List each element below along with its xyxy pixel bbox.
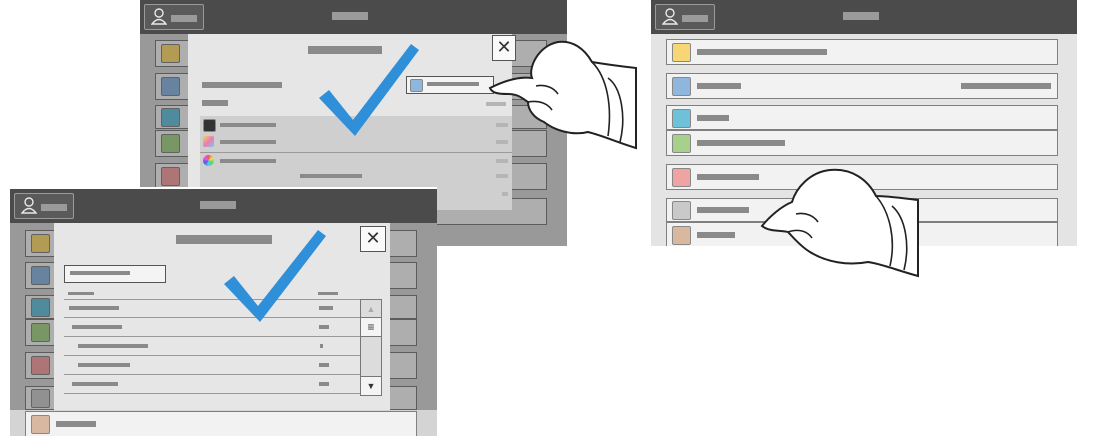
globe-icon: [672, 77, 691, 96]
setting-label: [202, 82, 282, 88]
app-label: [56, 421, 96, 427]
search-field-value: [70, 271, 130, 275]
scrollbar[interactable]: ▲ ≡ ▼: [360, 299, 382, 396]
app-label: [697, 174, 759, 180]
search-field[interactable]: [64, 265, 166, 283]
list-item-label: [72, 325, 122, 329]
list-item[interactable]: [64, 356, 360, 375]
pointing-hand-icon: [488, 40, 637, 150]
divider: [200, 152, 512, 153]
list-item-label: [78, 344, 148, 348]
user-button[interactable]: [14, 193, 74, 219]
user-button[interactable]: [144, 4, 204, 30]
app-icon: [672, 109, 691, 128]
pointing-hand-icon: [760, 168, 919, 278]
app-value: [961, 83, 1051, 89]
app-label: [697, 232, 735, 238]
screen-title-placeholder: [843, 12, 879, 20]
list-item-value: [319, 363, 329, 367]
app-row[interactable]: [666, 39, 1058, 65]
list-item-value: [319, 382, 329, 386]
user-name-placeholder: [41, 204, 67, 211]
user-icon: [151, 8, 167, 25]
list-item-label: [78, 363, 130, 367]
checkmark-icon: [224, 230, 326, 322]
app-icon: [672, 43, 691, 62]
option-label: [427, 82, 479, 86]
list-item-label: [220, 140, 276, 144]
list-item-label: [220, 159, 276, 163]
list-item-label: [72, 382, 118, 386]
close-button[interactable]: ✕: [360, 226, 386, 252]
user-name-placeholder: [171, 15, 197, 22]
app-label: [697, 207, 749, 213]
color-swatch-icon: [203, 136, 214, 147]
screen-title-placeholder: [332, 12, 368, 20]
user-name-placeholder: [682, 15, 708, 22]
top-bar: [140, 0, 567, 34]
user-icon: [662, 8, 678, 25]
scroll-handle-icon[interactable]: ≡: [361, 317, 381, 337]
app-icon: [31, 415, 50, 434]
list-item[interactable]: [64, 337, 360, 356]
app-row[interactable]: [666, 105, 1058, 130]
app-label: [697, 115, 729, 121]
close-icon: ✕: [365, 228, 381, 248]
user-button[interactable]: [655, 4, 715, 30]
app-label: [697, 83, 741, 89]
screen-title-placeholder: [200, 201, 236, 209]
app-icon: [672, 134, 691, 153]
checkmark-icon: [319, 44, 419, 136]
list-item-label: [220, 123, 276, 127]
app-label: [697, 49, 827, 55]
app-row[interactable]: [666, 73, 1058, 99]
app-icon: [672, 168, 691, 187]
app-row[interactable]: [25, 411, 417, 436]
list-item-value: [502, 192, 508, 196]
list-item-value: [496, 174, 508, 178]
black-swatch-icon: [203, 119, 216, 132]
list-item[interactable]: [64, 375, 360, 394]
list-item-label: [69, 306, 119, 310]
scroll-down-icon[interactable]: ▼: [361, 376, 381, 395]
app-icon: [672, 201, 691, 220]
top-bar: [651, 0, 1077, 34]
app-row[interactable]: [666, 130, 1058, 156]
top-bar: [10, 189, 437, 223]
list-item-value: [496, 159, 508, 163]
color-wheel-icon: [203, 155, 214, 166]
list-item-label: [300, 174, 362, 178]
list-item-value: [320, 344, 323, 348]
app-icon: [672, 226, 691, 245]
setting-value: [202, 100, 228, 106]
column-header: [68, 292, 94, 295]
user-icon: [21, 197, 37, 214]
app-label: [697, 140, 785, 146]
scroll-up-icon[interactable]: ▲: [361, 301, 381, 317]
